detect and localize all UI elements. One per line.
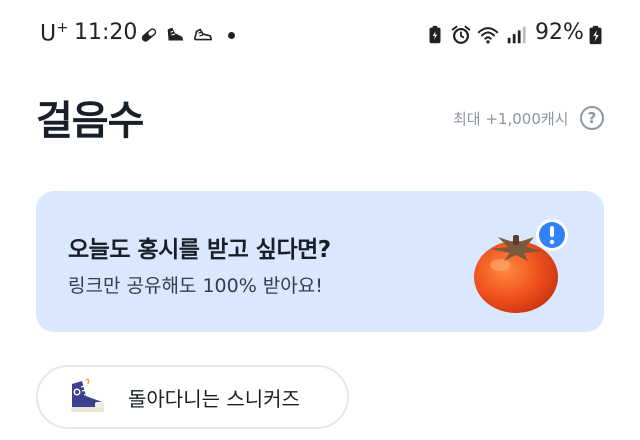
signal-icon: [507, 26, 526, 44]
sneakers-chip[interactable]: 돌아다니는 스니커즈: [36, 365, 349, 429]
promo-title: 오늘도 홍시를 받고 싶다면?: [68, 237, 331, 263]
persimmon-icon: [474, 219, 568, 313]
alarm-icon: [451, 25, 471, 44]
sneaker-icon: [71, 378, 104, 412]
max-reward-label: 최대 +1,000캐시: [453, 110, 569, 128]
battery-percent: 92%: [535, 20, 584, 45]
wifi-icon: [477, 27, 499, 44]
promo-subtitle: 링크만 공유해도 100% 받아요!: [68, 275, 323, 297]
notification-dot: [228, 32, 235, 39]
battery-charging-icon: [589, 25, 602, 45]
help-glyph: ?: [587, 109, 597, 127]
running-shoe-icon: [167, 27, 184, 41]
page-title: 걸음수: [36, 98, 144, 144]
exclamation-badge-icon: [536, 219, 568, 251]
status-bar: U+ 11:20 92%: [0, 0, 640, 72]
chip-label: 돌아다니는 스니커즈: [128, 387, 300, 411]
battery-saver-icon: [429, 25, 441, 44]
promo-banner[interactable]: 오늘도 홍시를 받고 싶다면? 링크만 공유해도 100% 받아요!: [36, 191, 604, 332]
sneaker-outline-icon: [193, 28, 213, 41]
pill-icon: [141, 28, 157, 42]
help-icon[interactable]: ?: [580, 106, 604, 130]
carrier-label: U+: [40, 20, 69, 47]
status-time: 11:20: [74, 20, 138, 45]
